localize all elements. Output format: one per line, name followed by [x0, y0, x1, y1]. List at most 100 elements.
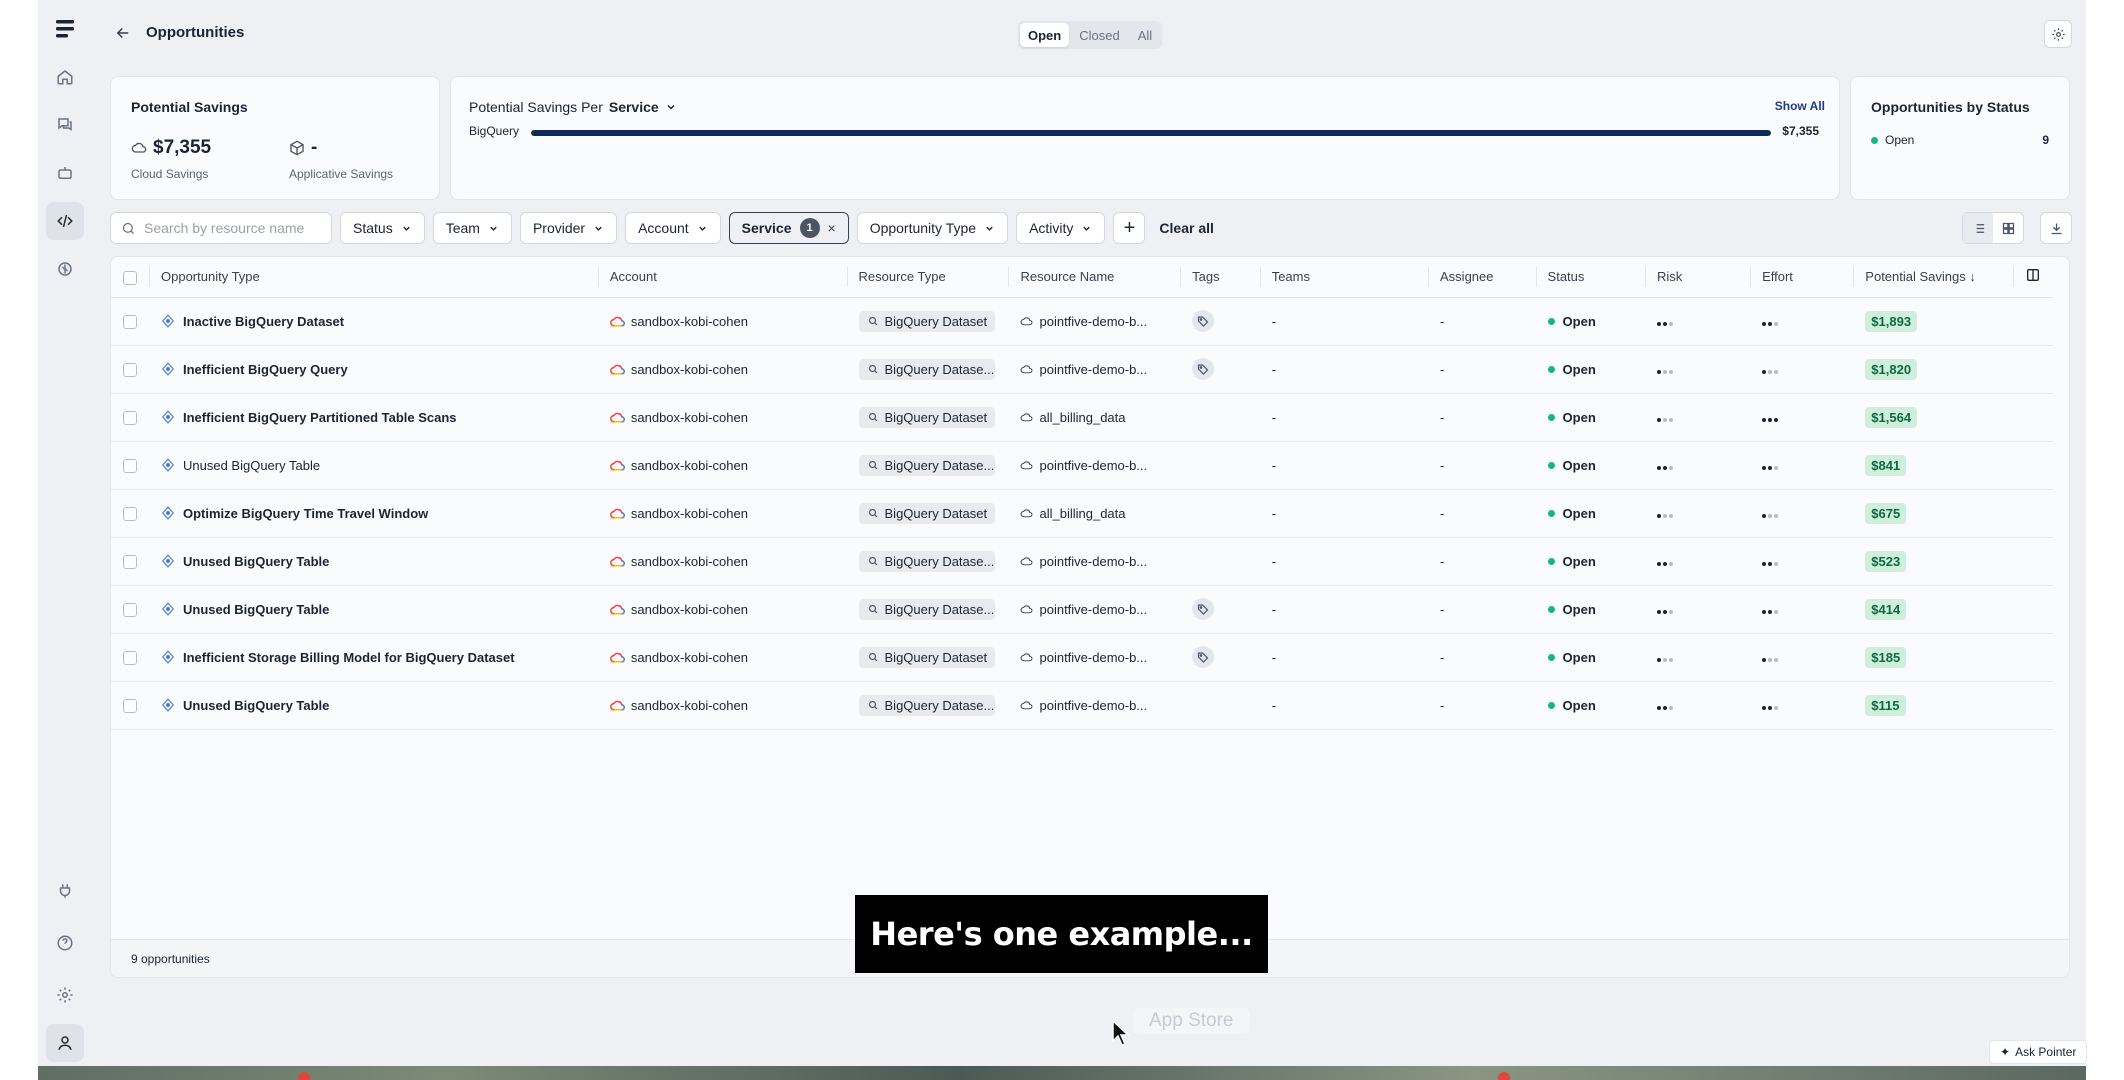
table-row[interactable]: Unused BigQuery Table sandbox-kobi-cohen B…: [111, 681, 2053, 730]
nav-user-icon[interactable]: [46, 1024, 84, 1062]
teams-cell[interactable]: -: [1259, 681, 1429, 730]
nav-gear-icon[interactable]: [46, 976, 84, 1014]
assignee-cell[interactable]: -: [1428, 297, 1536, 346]
back-arrow-icon[interactable]: [114, 24, 132, 42]
table-row[interactable]: Inefficient BigQuery Query sandbox-kobi-c…: [111, 345, 2053, 394]
col-resource-type[interactable]: Resource Type: [846, 257, 1009, 298]
opportunity-type-cell[interactable]: Unused BigQuery Table: [161, 458, 586, 473]
nav-home-icon[interactable]: [46, 58, 84, 96]
remove-filter-icon[interactable]: ×: [828, 220, 836, 236]
tag-icon[interactable]: [1192, 646, 1215, 668]
nav-help-icon[interactable]: [46, 924, 84, 962]
resource-name-cell[interactable]: all_billing_data: [1020, 506, 1168, 521]
teams-cell[interactable]: -: [1259, 345, 1429, 394]
teams-cell[interactable]: -: [1259, 297, 1429, 346]
assignee-cell[interactable]: -: [1428, 681, 1536, 730]
resource-name-cell[interactable]: pointfive-demo-b...: [1020, 698, 1168, 713]
row-checkbox[interactable]: [123, 506, 137, 521]
assignee-cell[interactable]: -: [1428, 345, 1536, 394]
resource-name-cell[interactable]: pointfive-demo-b...: [1020, 314, 1168, 329]
row-checkbox[interactable]: [123, 410, 137, 425]
assignee-cell[interactable]: -: [1428, 633, 1536, 682]
filter-opportunity-type-button[interactable]: Opportunity Type: [856, 212, 1009, 244]
columns-icon[interactable]: [2025, 267, 2041, 283]
col-teams[interactable]: Teams: [1259, 257, 1429, 298]
resource-name-cell[interactable]: pointfive-demo-b...: [1020, 554, 1168, 569]
tab-all[interactable]: All: [1130, 23, 1160, 47]
tag-icon[interactable]: [1192, 598, 1215, 620]
row-checkbox[interactable]: [123, 602, 137, 617]
opportunity-type-cell[interactable]: Inactive BigQuery Dataset: [161, 314, 586, 329]
col-status[interactable]: Status: [1535, 257, 1645, 298]
opportunity-type-cell[interactable]: Inefficient BigQuery Query: [161, 362, 586, 377]
teams-cell[interactable]: -: [1259, 441, 1429, 490]
resource-name-cell[interactable]: pointfive-demo-b...: [1020, 650, 1168, 665]
row-checkbox[interactable]: [123, 362, 137, 377]
col-resource-name[interactable]: Resource Name: [1008, 257, 1181, 298]
resource-name-cell[interactable]: pointfive-demo-b...: [1020, 362, 1168, 377]
teams-cell[interactable]: -: [1259, 393, 1429, 442]
tab-open[interactable]: Open: [1020, 23, 1070, 47]
opportunity-type-cell[interactable]: Unused BigQuery Table: [161, 602, 586, 617]
col-assignee[interactable]: Assignee: [1428, 257, 1536, 298]
filter-status-button[interactable]: Status: [340, 212, 425, 244]
table-row[interactable]: Unused BigQuery Table sandbox-kobi-cohen B…: [111, 585, 2053, 634]
filter-activity-button[interactable]: Activity: [1016, 212, 1106, 244]
assignee-cell[interactable]: -: [1428, 489, 1536, 538]
assignee-cell[interactable]: -: [1428, 393, 1536, 442]
tab-closed[interactable]: Closed: [1071, 23, 1127, 47]
group-by-dropdown[interactable]: Service: [609, 99, 659, 115]
table-row[interactable]: Unused BigQuery Table sandbox-kobi-cohen B…: [111, 441, 2053, 490]
app-logo-icon[interactable]: [54, 18, 76, 40]
nav-bot-icon[interactable]: [46, 154, 84, 192]
assignee-cell[interactable]: -: [1428, 441, 1536, 490]
show-all-link[interactable]: Show All: [1775, 99, 1825, 113]
filter-provider-button[interactable]: Provider: [519, 212, 618, 244]
col-risk[interactable]: Risk: [1644, 257, 1751, 298]
nav-chat-icon[interactable]: [46, 106, 84, 144]
tag-icon[interactable]: [1192, 310, 1215, 332]
nav-lightbulb-icon[interactable]: [46, 250, 84, 288]
chevron-down-icon[interactable]: [665, 101, 677, 113]
clear-all-button[interactable]: Clear all: [1153, 220, 1219, 236]
nav-plug-icon[interactable]: [46, 872, 84, 910]
opportunity-type-cell[interactable]: Unused BigQuery Table: [161, 554, 586, 569]
settings-button[interactable]: [2044, 20, 2072, 48]
ask-pointer-button[interactable]: ✦ Ask Pointer: [1989, 1040, 2088, 1064]
assignee-cell[interactable]: -: [1428, 585, 1536, 634]
col-potential-savings[interactable]: Potential Savings ↓: [1853, 257, 2013, 298]
select-all-checkbox[interactable]: [123, 270, 137, 285]
row-checkbox[interactable]: [123, 698, 137, 713]
row-checkbox[interactable]: [123, 314, 137, 329]
opportunity-type-cell[interactable]: Unused BigQuery Table: [161, 698, 586, 713]
teams-cell[interactable]: -: [1259, 537, 1429, 586]
table-row[interactable]: Inactive BigQuery Dataset sandbox-kobi-co…: [111, 297, 2053, 346]
filter-account-button[interactable]: Account: [625, 212, 721, 244]
table-row[interactable]: Optimize BigQuery Time Travel Window sand…: [111, 489, 2053, 538]
row-checkbox[interactable]: [123, 650, 137, 665]
col-account[interactable]: Account: [597, 257, 847, 298]
row-checkbox[interactable]: [123, 554, 137, 569]
opportunity-type-cell[interactable]: Inefficient Storage Billing Model for Bi…: [161, 650, 586, 665]
tag-icon[interactable]: [1192, 358, 1215, 380]
col-tags[interactable]: Tags: [1180, 257, 1260, 298]
filter-service-button[interactable]: Service 1 ×: [728, 212, 849, 244]
resource-name-cell[interactable]: all_billing_data: [1020, 410, 1168, 425]
table-row[interactable]: Unused BigQuery Table sandbox-kobi-cohen B…: [111, 537, 2053, 586]
resource-name-cell[interactable]: pointfive-demo-b...: [1020, 458, 1168, 473]
grid-view-button[interactable]: [1993, 213, 2023, 243]
list-view-button[interactable]: [1963, 213, 1993, 243]
add-filter-button[interactable]: +: [1113, 212, 1146, 244]
table-row[interactable]: Inefficient Storage Billing Model for Bi…: [111, 633, 2053, 682]
nav-code-icon[interactable]: [46, 202, 84, 240]
teams-cell[interactable]: -: [1259, 585, 1429, 634]
teams-cell[interactable]: -: [1259, 489, 1429, 538]
opportunity-type-cell[interactable]: Inefficient BigQuery Partitioned Table S…: [161, 410, 586, 425]
table-row[interactable]: Inefficient BigQuery Partitioned Table S…: [111, 393, 2053, 442]
row-checkbox[interactable]: [123, 458, 137, 473]
assignee-cell[interactable]: -: [1428, 537, 1536, 586]
opportunity-type-cell[interactable]: Optimize BigQuery Time Travel Window: [161, 506, 586, 521]
resource-name-cell[interactable]: pointfive-demo-b...: [1020, 602, 1168, 617]
col-effort[interactable]: Effort: [1750, 257, 1854, 298]
search-input[interactable]: Search by resource name: [110, 212, 332, 244]
